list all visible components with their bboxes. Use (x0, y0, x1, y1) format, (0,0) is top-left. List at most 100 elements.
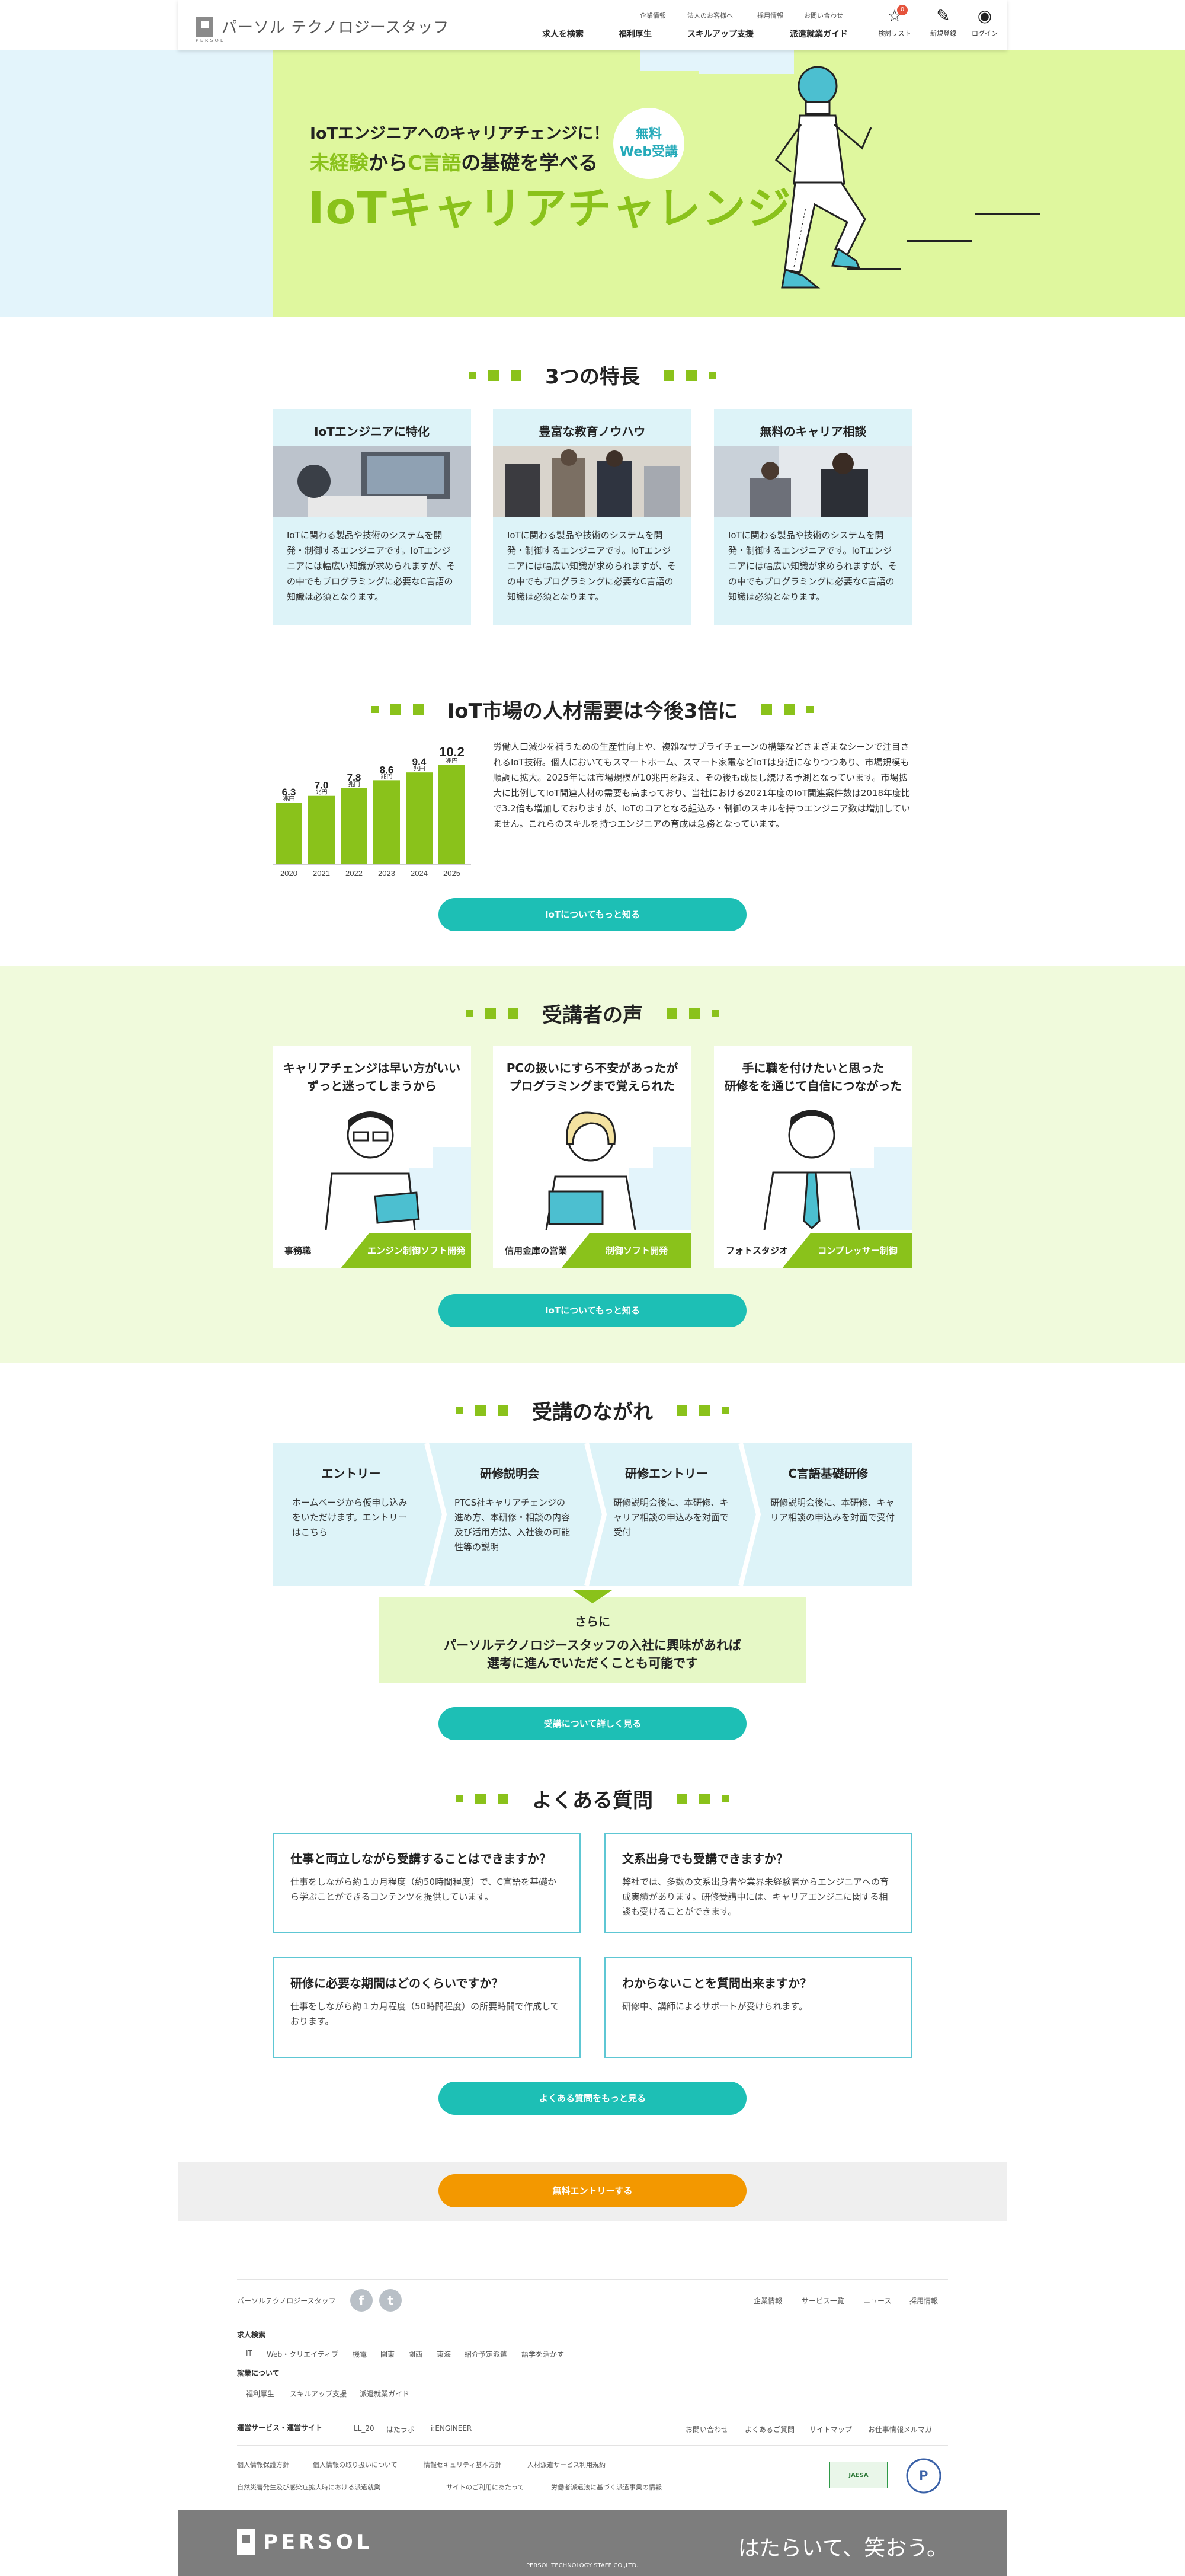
util-link-corporate[interactable]: 法人のお客様へ (687, 11, 733, 20)
footer-job-link[interactable]: 紹介予定派遣 (465, 2349, 507, 2359)
flow-chevron-divider (424, 1443, 447, 1586)
brand-sub: PERSOL (196, 38, 225, 43)
util-link-company[interactable]: 企業情報 (640, 11, 666, 20)
footer-work-link[interactable]: 派遣就業ガイド (360, 2389, 409, 2399)
footer-job-link[interactable]: 関東 (380, 2349, 395, 2359)
util-link-recruit[interactable]: 採用情報 (757, 11, 783, 20)
chart-category-label: 2023 (378, 869, 395, 878)
footer-policy-link[interactable]: 労働者派遣法に基づく派遣事業の情報 (551, 2482, 662, 2492)
faq-heading-text: よくある質問 (532, 1789, 653, 1813)
heading-square (699, 1405, 710, 1416)
hero-sub-highlight: C言語 (408, 151, 462, 174)
flow-step-title: 研修エントリー (625, 1466, 708, 1481)
footer-right-link[interactable]: よくあるご質問 (745, 2424, 795, 2434)
flow-detail-button[interactable]: 受講について詳しく見る (438, 1707, 747, 1740)
faq-heading: よくある質問 (0, 1784, 1185, 1813)
footer-right-link[interactable]: お問い合わせ (686, 2424, 728, 2434)
footer-job-link[interactable]: 語学を活かす (521, 2349, 564, 2359)
feature-photo (493, 446, 691, 517)
woman-laptop-illustration (545, 1111, 691, 1230)
persol-logo-mark (196, 16, 213, 37)
footer-link-services[interactable]: サービス一覧 (802, 2296, 844, 2306)
footer-policy-link[interactable]: 自然災害発生及び感染症拡大時における派遣就業 (237, 2482, 380, 2492)
persol-footer-logo: PERSOL (237, 2529, 373, 2555)
feature-photo (273, 446, 471, 517)
footer-policy-link[interactable]: 個人情報の取り扱いについて (313, 2460, 398, 2469)
voice-card: PCの扱いにすら不安があったが プログラミングまで覚えられた 信用金庫の営業 制御… (493, 1046, 691, 1268)
hero-sub-text: の基礎を学べる (461, 151, 598, 174)
footer-service-link[interactable]: i:ENGINEER (431, 2424, 472, 2433)
nav-guide[interactable]: 派遣就業ガイド (790, 28, 848, 40)
chart-category-label: 2022 (345, 869, 363, 878)
feature-title: 無料のキャリア相談 (760, 424, 867, 439)
heading-square (456, 1795, 463, 1802)
chart-category-label: 2025 (443, 869, 460, 878)
footer-right-link[interactable]: サイトマップ (809, 2424, 852, 2434)
feature-card: 無料のキャリア相談 IoTに関わる製品や技術のシステムを開発・制御するエンジニア… (714, 409, 912, 625)
login-button[interactable]: ◉ ログイン (967, 7, 1003, 38)
footer-job-link[interactable]: IT (246, 2349, 252, 2357)
footer-job-link[interactable]: 東海 (437, 2349, 451, 2359)
footer-work-link[interactable]: スキルアップ支援 (290, 2389, 347, 2399)
faq-answer: 仕事をしながら約１カ月程度（約50時間程度）で、C言語を基礎から学ぶことができる… (290, 1877, 556, 1902)
persol-wordmark: PERSOL (263, 2530, 373, 2554)
market-heading-text: IoT市場の人材需要は今後3倍に (447, 699, 738, 723)
footer-services-heading: 運営サービス・運営サイト (237, 2424, 323, 2432)
footer-link-company[interactable]: 企業情報 (754, 2296, 782, 2306)
voice-to: エンジン制御ソフト開発 (341, 1233, 471, 1268)
footer-right-link[interactable]: お仕事情報メルマガ (868, 2424, 932, 2434)
persol-logo-mark (237, 2529, 255, 2555)
footer-service-link[interactable]: はたラボ (386, 2424, 415, 2434)
iot-more-button-2[interactable]: IoTについてもっと知る (438, 1294, 747, 1327)
chart-bar (308, 795, 335, 864)
feature-title: IoTエンジニアに特化 (314, 424, 430, 439)
nav-skillup[interactable]: スキルアップ支援 (687, 28, 754, 40)
faq-card[interactable]: 文系出身でも受講できますか？ 弊社では、多数の文系出身者や業界未経験者からエンジ… (604, 1833, 912, 1933)
footer-policy-link[interactable]: 人材派遣サービス利用規約 (527, 2460, 606, 2469)
iot-more-button[interactable]: IoTについてもっと知る (438, 898, 747, 931)
hero-title: IoTキャリアチャレンジ (308, 183, 792, 234)
footer-work-link[interactable]: 福利厚生 (246, 2389, 274, 2399)
faq-more-button[interactable]: よくある質問をもっと見る (438, 2082, 747, 2115)
footer-service-link[interactable]: LL_20 (354, 2424, 374, 2433)
voice-card: 手に職を付けたいと思った 研修をを通じて自信につながった フォトスタジオ コンプレ… (714, 1046, 912, 1268)
team-photo-image (493, 446, 691, 517)
chart-category-label: 2020 (280, 869, 297, 878)
watchlist-button[interactable]: ☆ 0 検討リスト (877, 5, 912, 38)
footer-job-link[interactable]: 機電 (353, 2349, 367, 2359)
nav-job-search[interactable]: 求人を検索 (542, 28, 584, 40)
register-button[interactable]: ✎ 新規登録 (925, 7, 961, 38)
util-link-contact[interactable]: お問い合わせ (804, 11, 843, 20)
faq-question: わからないことを質問出来ますか？ (622, 1976, 812, 1990)
heading-square (371, 705, 379, 713)
site-logo[interactable]: パーソル テクノロジースタッフ (196, 15, 449, 37)
footer-link-recruit[interactable]: 採用情報 (909, 2296, 938, 2306)
heading-square (667, 1008, 677, 1019)
faq-card[interactable]: 仕事と両立しながら受講することはできますか？ 仕事をしながら約１カ月程度（約50… (273, 1833, 581, 1933)
footer-link-news[interactable]: ニュース (863, 2296, 891, 2306)
footer-policy-link[interactable]: 情報セキュリティ基本方針 (424, 2460, 501, 2469)
svg-text:P: P (920, 2468, 928, 2483)
heading-square (508, 1008, 518, 1019)
chart-category-label: 2021 (313, 869, 330, 878)
heading-square (498, 1793, 508, 1804)
hero-subtitle: 未経験からC言語の基礎を学べる (310, 147, 598, 175)
heading-square (469, 371, 477, 379)
hero-stair-line (975, 213, 1040, 215)
nav-benefits[interactable]: 福利厚生 (619, 28, 652, 40)
free-entry-button[interactable]: 無料エントリーする (438, 2174, 747, 2207)
footer-policy-link[interactable]: サイトのご利用にあたって (446, 2482, 524, 2492)
faq-card[interactable]: わからないことを質問出来ますか？ 研修中、講師によるサポートが受けられます。 (604, 1957, 912, 2058)
heading-square (806, 705, 814, 713)
twitter-icon[interactable]: t (379, 2289, 402, 2312)
footer-job-link[interactable]: 関西 (408, 2349, 422, 2359)
voice-to: 制御ソフト開発 (561, 1233, 691, 1268)
footer-brand[interactable]: パーソルテクノロジースタッフ (237, 2296, 336, 2306)
footer-job-link[interactable]: Web・クリエイティブ (267, 2349, 338, 2359)
heading-square (475, 1793, 486, 1804)
register-label: 新規登録 (930, 30, 956, 37)
heading-square (677, 1793, 687, 1804)
facebook-icon[interactable]: f (350, 2289, 373, 2312)
faq-card[interactable]: 研修に必要な期間はどのくらいですか？ 仕事をしながら約１カ月程度（50時間程度）… (273, 1957, 581, 2058)
footer-policy-link[interactable]: 個人情報保護方針 (237, 2460, 289, 2469)
